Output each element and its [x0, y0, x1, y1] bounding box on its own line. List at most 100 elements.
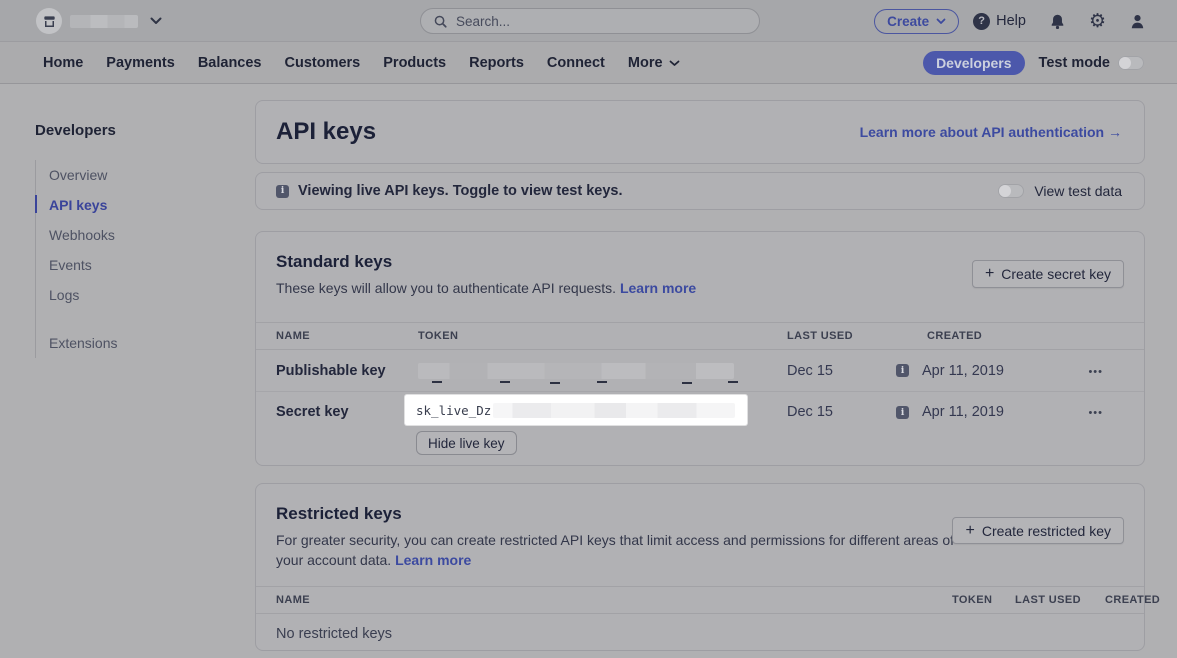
restricted-keys-description-text: For greater security, you can create res…	[276, 532, 954, 568]
restricted-keys-empty-row: No restricted keys	[256, 614, 1144, 654]
column-header-token: TOKEN	[418, 330, 787, 342]
developers-sidebar: Developers Overview API keys Webhooks Ev…	[35, 122, 225, 358]
secret-key-actions: •••	[1066, 392, 1106, 420]
nav-item-balances[interactable]: Balances	[198, 55, 262, 71]
sidebar-title: Developers	[35, 122, 225, 139]
sidebar-item-api-keys[interactable]: API keys	[36, 190, 225, 220]
info-icon-glyph: i	[901, 366, 905, 376]
restricted-keys-description: For greater security, you can create res…	[276, 530, 966, 570]
nav-item-payments[interactable]: Payments	[106, 55, 175, 71]
bell-icon	[1049, 13, 1066, 30]
plus-icon: +	[985, 266, 994, 282]
view-test-data-label: View test data	[1034, 183, 1122, 199]
publishable-key-created: Apr 11, 2019	[922, 363, 1004, 379]
test-mode-label: Test mode	[1039, 55, 1110, 71]
standard-keys-description: These keys will allow you to authenticat…	[276, 278, 966, 298]
banner-toggle-group: View test data	[998, 183, 1122, 199]
secret-key-last-used: Dec 15	[787, 392, 896, 420]
secret-key-created: Apr 11, 2019	[922, 404, 1004, 420]
secret-key-token-highlight[interactable]: sk_live_Dz	[405, 395, 747, 425]
publishable-key-token-cell	[418, 363, 787, 379]
sidebar-item-overview[interactable]: Overview	[36, 160, 225, 190]
learn-more-api-auth-link[interactable]: Learn more about API authentication →	[860, 124, 1122, 140]
create-button-label: Create	[887, 14, 929, 29]
search-bar[interactable]	[420, 8, 760, 34]
standard-keys-learn-more-link[interactable]: Learn more	[620, 280, 696, 296]
help-button[interactable]: ? Help	[973, 13, 1026, 30]
nav-item-reports[interactable]: Reports	[469, 55, 524, 71]
account-switcher[interactable]	[36, 8, 162, 34]
publishable-key-created-cell: i Apr 11, 2019	[896, 363, 1066, 379]
publishable-key-name: Publishable key	[256, 363, 418, 379]
restricted-keys-header: Restricted keys For greater security, yo…	[256, 484, 1144, 570]
column-header-name: NAME	[256, 330, 418, 342]
secret-key-token-redacted	[493, 403, 735, 418]
overflow-menu-icon[interactable]: •••	[1088, 407, 1103, 419]
column-header-created: CREATED	[1105, 594, 1144, 606]
column-header-last-used: LAST USED	[1015, 594, 1105, 606]
topbar: Create ? Help ⚙	[0, 0, 1177, 42]
chevron-down-icon	[150, 17, 162, 25]
nav-item-customers[interactable]: Customers	[285, 55, 361, 71]
create-button[interactable]: Create	[874, 9, 959, 34]
create-restricted-key-button[interactable]: + Create restricted key	[952, 517, 1124, 544]
restricted-keys-empty-message: No restricted keys	[256, 626, 1144, 642]
help-label: Help	[996, 13, 1026, 29]
nav-right: Developers Test mode	[923, 42, 1144, 84]
column-header-last-used: LAST USED	[787, 330, 896, 342]
restricted-keys-table-header: NAME TOKEN LAST USED CREATED	[256, 586, 1144, 614]
account-name-redacted	[70, 15, 138, 28]
banner-message: Viewing live API keys. Toggle to view te…	[298, 183, 623, 199]
column-header-name: NAME	[256, 594, 952, 606]
publishable-key-last-used: Dec 15	[787, 363, 896, 379]
nav-item-home[interactable]: Home	[43, 55, 83, 71]
chevron-down-icon	[669, 60, 680, 67]
table-row-secret-key: Secret key sk_live_Dz Hide live key Dec …	[256, 392, 1144, 470]
secret-key-created-cell: i Apr 11, 2019	[896, 392, 1066, 420]
column-header-token: TOKEN	[952, 594, 1015, 606]
table-row-publishable-key: Publishable key Dec 15 i Apr 11, 2019 ••…	[256, 350, 1144, 392]
developers-badge[interactable]: Developers	[923, 51, 1024, 75]
column-header-created: CREATED	[896, 330, 1066, 342]
api-keys-header-card: API keys Learn more about API authentica…	[255, 100, 1145, 164]
settings-button[interactable]: ⚙	[1089, 12, 1106, 31]
info-icon: i	[896, 364, 909, 377]
search-input[interactable]	[456, 14, 716, 29]
help-icon: ?	[973, 13, 990, 30]
toggle-knob	[1119, 57, 1131, 69]
plus-icon: +	[965, 523, 974, 539]
info-icon: i	[276, 185, 289, 198]
standard-keys-card: Standard keys These keys will allow you …	[255, 231, 1145, 466]
profile-button[interactable]	[1129, 13, 1146, 30]
nav-item-connect[interactable]: Connect	[547, 55, 605, 71]
nav-item-more[interactable]: More	[628, 55, 680, 71]
hide-live-key-button[interactable]: Hide live key	[416, 431, 517, 455]
sidebar-item-webhooks[interactable]: Webhooks	[36, 220, 225, 250]
info-icon: i	[896, 406, 909, 419]
create-secret-key-button[interactable]: + Create secret key	[972, 260, 1124, 288]
standard-keys-description-text: These keys will allow you to authenticat…	[276, 280, 616, 296]
page-title: API keys	[276, 118, 376, 146]
publishable-key-actions: •••	[1066, 363, 1106, 379]
sidebar-item-logs[interactable]: Logs	[36, 280, 225, 310]
overflow-menu-icon[interactable]: •••	[1088, 366, 1103, 378]
test-mode-toggle[interactable]	[1118, 56, 1144, 70]
developers-badge-label: Developers	[936, 55, 1011, 71]
person-icon	[1129, 13, 1146, 30]
restricted-keys-learn-more-link[interactable]: Learn more	[395, 552, 471, 568]
sidebar-list: Overview API keys Webhooks Events Logs E…	[35, 160, 225, 358]
create-restricted-key-label: Create restricted key	[982, 523, 1111, 539]
secret-key-name: Secret key	[256, 392, 418, 420]
storefront-icon	[42, 14, 57, 29]
publishable-key-token-redacted	[418, 363, 734, 379]
notifications-button[interactable]	[1049, 13, 1066, 30]
nav-links: Home Payments Balances Customers Product…	[43, 42, 680, 84]
view-test-data-toggle[interactable]	[998, 184, 1024, 198]
create-secret-key-label: Create secret key	[1001, 266, 1111, 282]
sidebar-item-events[interactable]: Events	[36, 250, 225, 280]
account-avatar	[36, 8, 62, 34]
live-keys-banner: i Viewing live API keys. Toggle to view …	[255, 172, 1145, 210]
nav-item-products[interactable]: Products	[383, 55, 446, 71]
info-icon-glyph: i	[281, 186, 285, 196]
sidebar-item-extensions[interactable]: Extensions	[36, 328, 225, 358]
